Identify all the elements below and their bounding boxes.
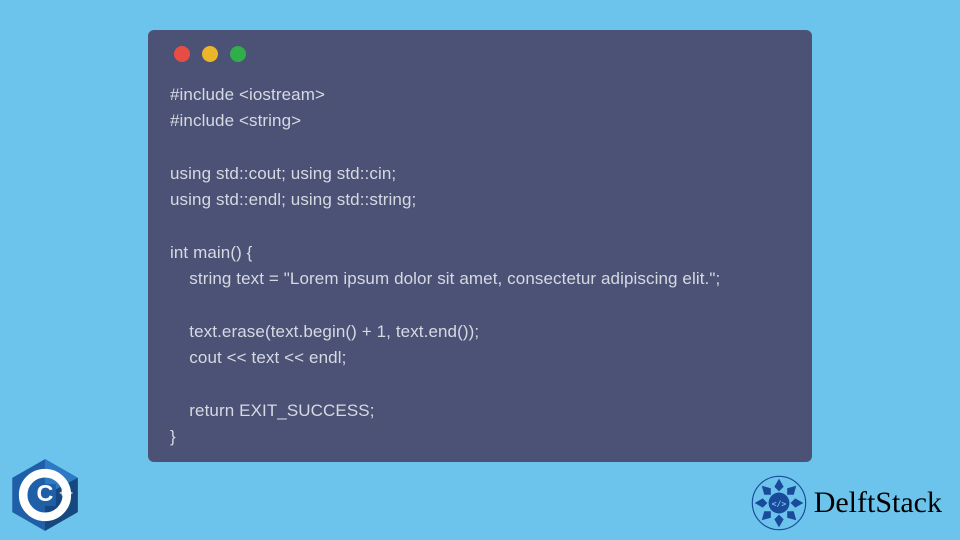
cpp-logo-icon: C + + bbox=[6, 456, 84, 534]
brand-logo: </> DelftStack bbox=[750, 474, 942, 532]
svg-text:+: + bbox=[67, 489, 73, 500]
code-window: #include <iostream> #include <string> us… bbox=[148, 30, 812, 462]
svg-text:</>: </> bbox=[771, 498, 786, 508]
brand-name: DelftStack bbox=[814, 488, 942, 518]
window-controls bbox=[170, 46, 790, 62]
minimize-dot-icon bbox=[202, 46, 218, 62]
close-dot-icon bbox=[174, 46, 190, 62]
delftstack-mandala-icon: </> bbox=[750, 474, 808, 532]
code-content: #include <iostream> #include <string> us… bbox=[170, 82, 790, 451]
svg-text:C: C bbox=[37, 480, 54, 506]
svg-text:+: + bbox=[59, 489, 65, 500]
maximize-dot-icon bbox=[230, 46, 246, 62]
